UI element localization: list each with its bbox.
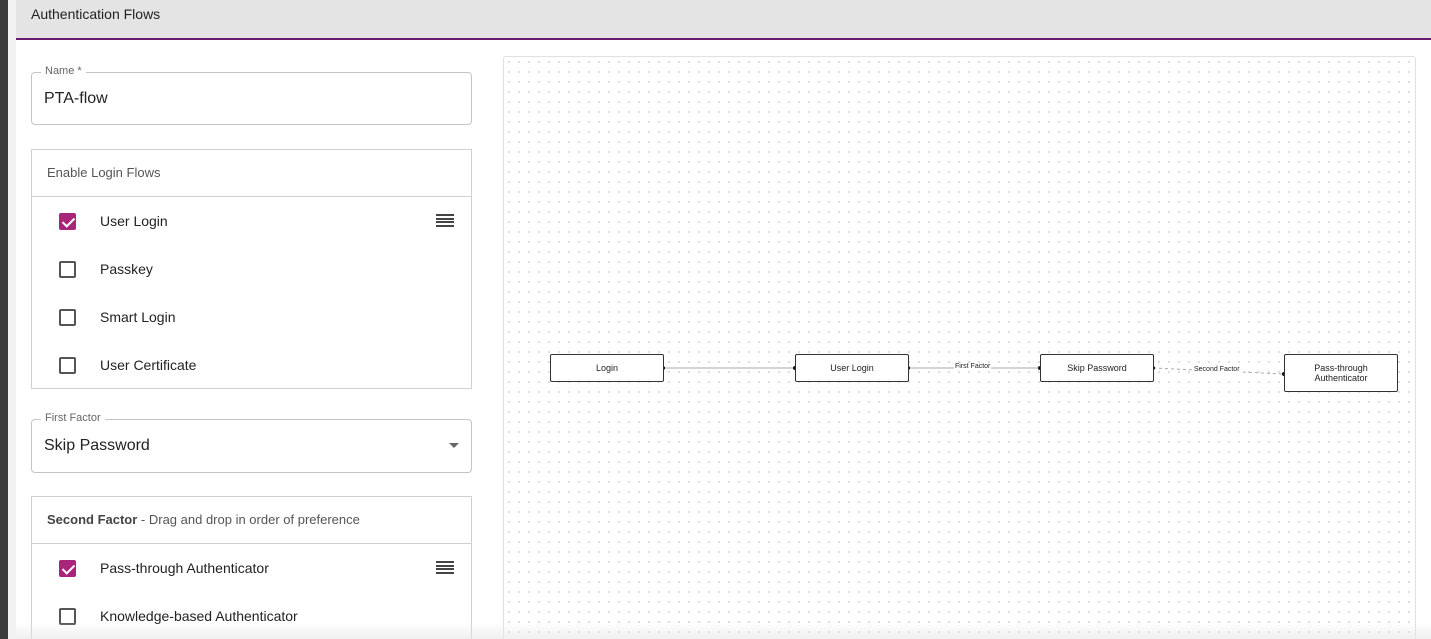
flow-diagram-canvas[interactable]: Login User Login Skip Password Pass-thro… xyxy=(503,56,1416,639)
checkbox-user-login[interactable] xyxy=(59,213,76,230)
login-flow-label: Smart Login xyxy=(100,309,176,325)
diagram-node-pass-through-authenticator[interactable]: Pass-through Authenticator xyxy=(1284,354,1398,392)
diagram-edges xyxy=(661,366,1286,376)
diagram-node-user-login[interactable]: User Login xyxy=(795,354,909,382)
login-flow-row-user-certificate[interactable]: User Certificate xyxy=(32,341,471,389)
checkbox-pass-through-authenticator[interactable] xyxy=(59,560,76,577)
chevron-down-icon[interactable] xyxy=(449,443,459,448)
second-factor-row-pta[interactable]: Pass-through Authenticator xyxy=(32,544,471,592)
main-content: Name * PTA-flow Enable Login Flows User … xyxy=(16,42,1431,639)
drag-handle-icon[interactable] xyxy=(436,214,454,228)
first-factor-select[interactable]: First Factor Skip Password xyxy=(31,412,472,473)
login-flow-row-user-login[interactable]: User Login xyxy=(32,197,471,245)
checkbox-user-certificate[interactable] xyxy=(59,357,76,374)
diagram-node-login[interactable]: Login xyxy=(550,354,664,382)
edge-label-second-factor: Second Factor xyxy=(1193,366,1241,373)
second-factor-label: Knowledge-based Authenticator xyxy=(100,608,298,624)
window-gutter xyxy=(8,0,16,639)
second-factor-panel: Second Factor - Drag and drop in order o… xyxy=(31,496,472,639)
diagram-node-skip-password[interactable]: Skip Password xyxy=(1040,354,1154,382)
page-header: Authentication Flows xyxy=(16,0,1431,40)
window-edge xyxy=(0,0,8,639)
second-factor-title-bold: Second Factor xyxy=(47,512,138,527)
checkbox-smart-login[interactable] xyxy=(59,309,76,326)
login-flow-row-passkey[interactable]: Passkey xyxy=(32,245,471,293)
login-flow-label: Passkey xyxy=(100,261,153,277)
name-field[interactable]: Name * PTA-flow xyxy=(31,65,472,125)
login-flow-row-smart-login[interactable]: Smart Login xyxy=(32,293,471,341)
login-flow-label: User Certificate xyxy=(100,357,197,373)
name-field-value[interactable]: PTA-flow xyxy=(44,90,108,108)
second-factor-title-rest: - Drag and drop in order of preference xyxy=(137,512,360,527)
name-field-label: Name * xyxy=(41,65,86,77)
first-factor-label: First Factor xyxy=(41,412,105,424)
login-flows-panel: Enable Login Flows User Login Passkey Sm… xyxy=(31,149,472,389)
second-factor-label: Pass-through Authenticator xyxy=(100,560,269,576)
checkbox-knowledge-based-authenticator[interactable] xyxy=(59,608,76,625)
login-flows-title: Enable Login Flows xyxy=(32,150,471,197)
login-flow-label: User Login xyxy=(100,213,168,229)
second-factor-title: Second Factor - Drag and drop in order o… xyxy=(32,497,471,544)
first-factor-value: Skip Password xyxy=(44,437,150,454)
drag-handle-icon[interactable] xyxy=(436,561,454,575)
page-title: Authentication Flows xyxy=(31,6,161,22)
checkbox-passkey[interactable] xyxy=(59,261,76,278)
second-factor-row-kba[interactable]: Knowledge-based Authenticator xyxy=(32,592,471,639)
edge-label-first-factor: First Factor xyxy=(954,363,992,370)
